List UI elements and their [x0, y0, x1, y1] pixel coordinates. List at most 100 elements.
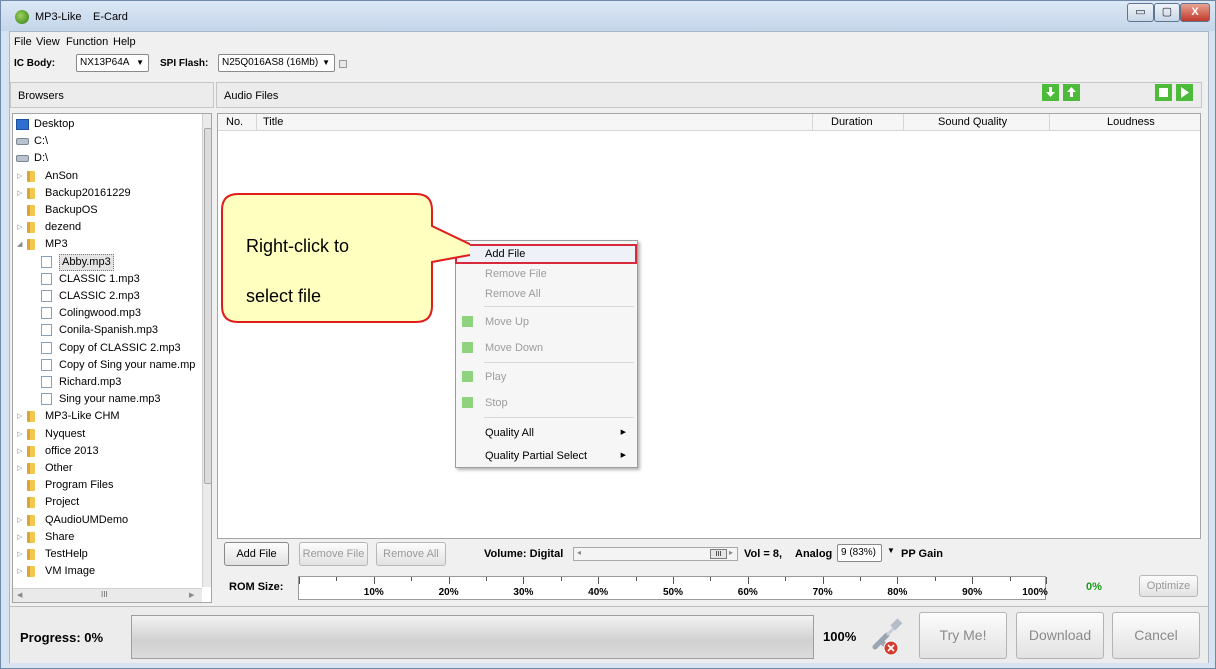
context-menu-item-remove-file[interactable]: Remove File [457, 264, 636, 284]
rom-size-bar: 10% 20% 30% 40% 50% 60% 70% 80% 90% 100% [298, 576, 1048, 600]
context-menu-item-remove-all[interactable]: Remove All [457, 284, 636, 304]
tree-item-label: TestHelp [45, 548, 88, 560]
folder-icon [27, 480, 35, 492]
folder-icon [27, 463, 35, 474]
tree-horizontal-scrollbar[interactable]: ◀ III ▶ [13, 588, 202, 602]
expand-arrow-icon[interactable]: ▷ [17, 563, 22, 580]
rom-tick [560, 577, 562, 581]
context-menu-item-quality-all[interactable]: Quality All ▶ [457, 423, 636, 443]
rom-tick-label: 70% [812, 587, 833, 598]
tree-item[interactable]: ▷ MP3-Like CHM [13, 408, 199, 425]
context-menu-item-move-down[interactable]: Move Down [457, 338, 636, 358]
try-me-button[interactable]: Try Me! [919, 612, 1007, 659]
expand-arrow-icon[interactable]: ▷ [17, 546, 22, 563]
callout-line-2: select file [246, 286, 322, 306]
context-menu-label: Quality All [485, 427, 534, 439]
maximize-button[interactable]: ▢ [1154, 3, 1180, 22]
scroll-right-icon[interactable]: ▶ [189, 591, 194, 599]
tree-item-label: Richard.mp3 [59, 376, 122, 388]
disconnected-plug-icon [872, 618, 903, 656]
close-button[interactable]: X [1180, 3, 1210, 22]
progress-bar [131, 615, 814, 659]
expand-arrow-icon[interactable]: ▷ [17, 512, 22, 529]
stop-icon[interactable] [1155, 84, 1172, 101]
context-menu-item-play[interactable]: Play [457, 367, 636, 387]
expand-arrow-icon[interactable]: ▷ [17, 426, 22, 443]
context-menu-label: Quality Partial Select [485, 450, 588, 462]
expand-arrow-icon[interactable]: ▷ [17, 529, 22, 546]
context-menu-item-add-file[interactable]: Add File [455, 244, 637, 264]
callout-line-1: Right-click to [246, 236, 350, 256]
rom-tick [299, 577, 300, 584]
analog-select[interactable]: 9 (83%) [837, 544, 882, 562]
menu-separator [484, 362, 634, 363]
menu-separator [484, 417, 634, 418]
tree-item[interactable]: Sing your name.mp3 [13, 391, 199, 408]
scroll-grip[interactable]: III [101, 590, 108, 599]
slider-right-icon[interactable]: ▸ [729, 548, 733, 557]
rom-tick [1046, 577, 1047, 584]
tree-item-label: Sing your name.mp3 [59, 393, 161, 406]
context-menu-label: Add File [485, 248, 526, 260]
move-down-icon[interactable] [1042, 84, 1059, 101]
tree-item[interactable]: Program Files [13, 477, 199, 494]
audio-file-icon [41, 393, 52, 406]
callout-bubble-shape [221, 193, 470, 323]
tree-item[interactable]: ▷ Other [13, 460, 199, 477]
volume-slider[interactable]: ◂ III ▸ [573, 547, 738, 561]
submenu-arrow-icon: ▶ [620, 452, 626, 459]
tree-item[interactable]: ▷ TestHelp [13, 546, 199, 563]
tree-item[interactable]: Copy of CLASSIC 2.mp3 [13, 340, 199, 357]
context-menu-item-move-up[interactable]: Move Up [457, 312, 636, 332]
rom-tick [785, 577, 787, 581]
column-duration[interactable]: Duration [813, 114, 904, 131]
tree-item[interactable]: Richard.mp3 [13, 374, 199, 391]
volume-label: Volume: Digital [484, 548, 564, 560]
rom-tick-label: 20% [438, 587, 459, 598]
tree-item-label: Program Files [45, 479, 114, 492]
remove-file-button[interactable]: Remove File [299, 542, 368, 566]
tree-item[interactable]: Copy of Sing your name.mp [13, 357, 199, 374]
chevron-down-icon[interactable]: ▼ [887, 546, 895, 555]
rom-tick-label: 60% [737, 587, 758, 598]
slider-left-icon[interactable]: ◂ [577, 548, 581, 557]
expand-arrow-icon[interactable]: ▷ [17, 408, 22, 425]
pp-gain-label: PP Gain [901, 548, 943, 560]
minimize-button[interactable]: ▭ [1127, 3, 1154, 22]
expand-arrow-icon[interactable]: ▷ [17, 460, 22, 477]
folder-icon [27, 531, 35, 543]
rom-tick [860, 577, 861, 581]
tree-item[interactable]: ▷ VM Image [13, 563, 199, 580]
tree-item-label: Copy of CLASSIC 2.mp3 [59, 341, 181, 354]
column-sound-quality[interactable]: Sound Quality [904, 114, 1050, 131]
rom-tick [934, 577, 936, 581]
column-loudness[interactable]: Loudness [1050, 114, 1200, 131]
tree-item[interactable]: ▷ Nyquest [13, 426, 199, 443]
folder-icon [27, 549, 35, 560]
volume-slider-thumb[interactable]: III [710, 549, 727, 559]
audio-file-icon [41, 341, 52, 354]
tree-item[interactable]: ▷ QAudioUMDemo [13, 512, 199, 529]
optimize-button[interactable]: Optimize [1139, 575, 1198, 597]
tree-item[interactable]: ▷ office 2013 [13, 443, 199, 460]
rom-tick [486, 577, 487, 581]
context-menu-item-quality-partial-select[interactable]: Quality Partial Select ▶ [457, 446, 636, 466]
tree-item-label: VM Image [45, 565, 96, 578]
add-file-button[interactable]: Add File [224, 542, 289, 566]
expand-arrow-icon[interactable]: ▷ [17, 443, 22, 460]
scroll-left-icon[interactable]: ◀ [17, 591, 22, 599]
play-icon [462, 371, 473, 382]
progress-max-label: 100% [823, 629, 857, 644]
tree-item-label: QAudioUMDemo [45, 513, 129, 526]
cancel-button[interactable]: Cancel [1112, 612, 1200, 659]
move-up-icon[interactable] [1063, 84, 1080, 101]
remove-all-button[interactable]: Remove All [376, 542, 446, 566]
tree-item[interactable]: Project [13, 494, 199, 511]
context-menu-label: Move Down [485, 342, 544, 354]
rom-tick-label: 50% [662, 587, 684, 598]
rom-tick [1009, 577, 1011, 581]
tree-item[interactable]: ▷ Share [13, 529, 199, 546]
play-icon[interactable] [1176, 84, 1193, 101]
context-menu-item-stop[interactable]: Stop [457, 393, 636, 413]
download-button[interactable]: Download [1016, 612, 1104, 659]
